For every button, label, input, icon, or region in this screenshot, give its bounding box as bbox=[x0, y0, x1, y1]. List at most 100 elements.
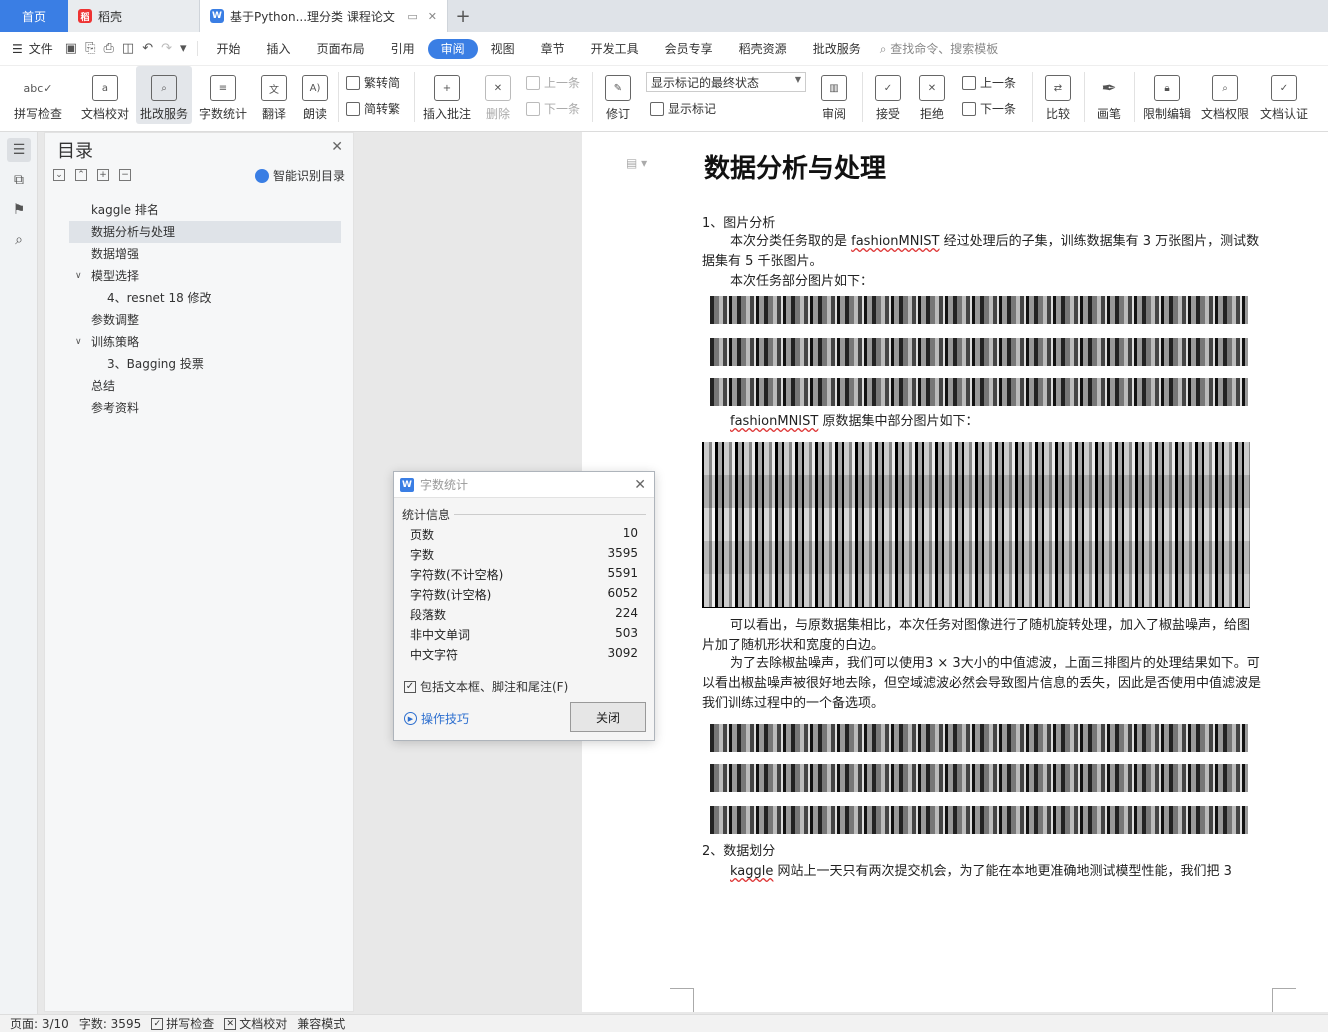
collapse-all-icon[interactable]: ⌃ bbox=[75, 169, 87, 181]
smart-toc-button[interactable]: 智能识别目录 bbox=[254, 167, 345, 184]
toc-item[interactable]: 参考资料 bbox=[69, 397, 341, 419]
doc-auth-button[interactable]: ✓ 文档认证 bbox=[1256, 66, 1312, 124]
toc-panel-icon[interactable]: ☰ bbox=[7, 138, 31, 162]
save-icon[interactable]: ▣ bbox=[65, 41, 77, 56]
paragraph: kaggle 网站上一天只有两次提交机会，为了能在本地更准确地测试模型性能，我们… bbox=[702, 862, 1272, 882]
accept-button[interactable]: ✓ 接受 bbox=[868, 66, 908, 124]
expand-all-icon[interactable]: ⌄ bbox=[53, 169, 65, 181]
toc-item[interactable]: 3、Bagging 投票 bbox=[69, 353, 341, 375]
command-search[interactable]: ⌕ 查找命令、搜索模板 bbox=[880, 40, 999, 57]
bookmark-icon[interactable]: ⚑ bbox=[7, 198, 31, 222]
toc-item[interactable]: 数据分析与处理 bbox=[69, 221, 341, 243]
spell-check-toggle[interactable]: ✓ 拼写检查 bbox=[151, 1015, 214, 1032]
close-tab-icon[interactable]: ✕ bbox=[428, 10, 437, 23]
prev-change-button[interactable]: 上一条 bbox=[962, 74, 1016, 91]
toc-item[interactable]: kaggle 排名 bbox=[69, 199, 341, 221]
menu-tab[interactable]: 会员专享 bbox=[652, 39, 726, 59]
read-aloud-button[interactable]: A) 朗读 bbox=[298, 66, 332, 124]
redo-icon[interactable]: ↷ bbox=[161, 41, 172, 56]
menu-tab[interactable]: 视图 bbox=[478, 39, 528, 59]
include-textboxes-checkbox[interactable]: ✓ 包括文本框、脚注和尾注(F) bbox=[404, 678, 568, 695]
correction-service-icon: ⌕ bbox=[151, 75, 177, 101]
restore-tab-icon[interactable]: ▭ bbox=[407, 10, 417, 23]
print-preview-icon[interactable]: ◫ bbox=[122, 41, 134, 56]
doc-proof-button[interactable]: a 文档校对 bbox=[76, 66, 134, 124]
reject-button[interactable]: ✕ 拒绝 bbox=[912, 66, 952, 124]
toc-toolbar: ⌄ ⌃ + − bbox=[53, 169, 131, 181]
show-markup-button[interactable]: 显示标记 bbox=[650, 100, 716, 117]
chapter-panel-icon[interactable]: ⧉ bbox=[7, 168, 31, 192]
delete-comment-button[interactable]: ✕ 删除 bbox=[478, 66, 518, 124]
subheading-image-analysis: 1、图片分析 bbox=[702, 216, 776, 231]
word-count-indicator[interactable]: 字数: 3595 bbox=[79, 1015, 141, 1032]
menu-tab[interactable]: 批改服务 bbox=[800, 39, 874, 59]
sample-images-row bbox=[710, 296, 1248, 324]
menu-tab[interactable]: 页面布局 bbox=[304, 39, 378, 59]
remove-heading-icon[interactable]: − bbox=[119, 169, 131, 181]
menu-tab[interactable]: 开始 bbox=[204, 39, 254, 59]
next-change-button[interactable]: 下一条 bbox=[962, 100, 1016, 117]
export-icon[interactable]: ⎘ bbox=[85, 41, 95, 56]
add-heading-icon[interactable]: + bbox=[97, 169, 109, 181]
customize-quick-access-icon[interactable]: ▾ bbox=[180, 41, 187, 56]
toc-item[interactable]: 总结 bbox=[69, 375, 341, 397]
page-indicator[interactable]: 页面: 3/10 bbox=[10, 1015, 69, 1032]
simp-to-trad-button[interactable]: 简转繁 bbox=[346, 100, 400, 117]
file-menu-label: 文件 bbox=[28, 42, 53, 56]
undo-icon[interactable]: ↶ bbox=[142, 41, 153, 56]
track-changes-button[interactable]: ✎ 修订 bbox=[598, 66, 638, 124]
insert-comment-button[interactable]: + 插入批注 bbox=[420, 66, 474, 124]
menu-tab[interactable]: 开发工具 bbox=[578, 39, 652, 59]
new-tab-button[interactable]: + bbox=[448, 0, 478, 32]
document-page[interactable]: ▤ ▾ 数据分析与处理 1、图片分析 本次分类任务取的是 fashionMNIS… bbox=[582, 132, 1328, 1012]
tips-link[interactable]: ▶ 操作技巧 bbox=[404, 710, 469, 727]
menu-tab[interactable]: 章节 bbox=[528, 39, 578, 59]
tab-document[interactable]: W 基于Python...理分类 课程论文 ▭ ✕ bbox=[200, 0, 448, 32]
accept-icon: ✓ bbox=[875, 75, 901, 101]
toc-item[interactable]: 参数调整 bbox=[69, 309, 341, 331]
tab-daoke[interactable]: 稻 稻壳 bbox=[68, 0, 200, 32]
restrict-editing-button[interactable]: 🔒︎ 限制编辑 bbox=[1140, 66, 1194, 124]
paragraph: 本次分类任务取的是 fashionMNIST 经过处理后的子集，训练数据集有 3… bbox=[702, 232, 1262, 272]
toc-item[interactable]: ∨ 模型选择 bbox=[69, 265, 341, 287]
doc-rights-button[interactable]: ⌕ 文档权限 bbox=[1198, 66, 1252, 124]
delete-comment-label: 删除 bbox=[485, 107, 510, 121]
compare-button[interactable]: ⇄ 比较 bbox=[1038, 66, 1078, 124]
close-button[interactable]: 关闭 bbox=[570, 702, 646, 732]
tab-home[interactable]: 首页 bbox=[0, 0, 68, 32]
ribbon-separator bbox=[414, 72, 415, 122]
chevron-down-icon[interactable]: ∨ bbox=[75, 331, 82, 353]
translate-button[interactable]: 文 翻译 bbox=[254, 66, 294, 124]
doc-options-icon[interactable]: ▤ ▾ bbox=[626, 156, 647, 170]
chevron-down-icon[interactable]: ∨ bbox=[75, 265, 82, 287]
toc-item[interactable]: 数据增强 bbox=[69, 243, 341, 265]
trad-to-simp-button[interactable]: 繁转简 bbox=[346, 74, 400, 91]
track-changes-label: 修订 bbox=[605, 107, 630, 121]
prev-comment-button[interactable]: 上一条 bbox=[526, 74, 580, 91]
word-count-button[interactable]: ≡ 字数统计 bbox=[196, 66, 250, 124]
show-markup-icon bbox=[650, 101, 664, 116]
review-pane-button[interactable]: ▥ 审阅 bbox=[814, 66, 854, 124]
print-icon[interactable]: ⎙ bbox=[103, 41, 113, 56]
menu-tab[interactable]: 插入 bbox=[254, 39, 304, 59]
markup-state-select[interactable]: 显示标记的最终状态 ▼ bbox=[646, 72, 806, 92]
search-icon[interactable]: ⌕ bbox=[7, 228, 31, 252]
next-comment-button[interactable]: 下一条 bbox=[526, 100, 580, 117]
menu-tab[interactable]: 引用 bbox=[378, 39, 428, 59]
toc-item[interactable]: 4、resnet 18 修改 bbox=[69, 287, 341, 309]
toc-item[interactable]: ∨ 训练策略 bbox=[69, 331, 341, 353]
correction-service-button[interactable]: ⌕ 批改服务 bbox=[136, 66, 192, 124]
stat-row: 字数 3595 bbox=[410, 546, 638, 566]
dialog-titlebar[interactable]: W 字数统计 ✕ bbox=[394, 472, 654, 498]
stat-row: 非中文单词 503 bbox=[410, 626, 638, 646]
doc-proof-toggle[interactable]: ✕ 文档校对 bbox=[224, 1015, 287, 1032]
file-menu[interactable]: ☰ 文件 bbox=[0, 40, 65, 57]
tips-link-label: 操作技巧 bbox=[421, 712, 470, 726]
pen-button[interactable]: ✒ 画笔 bbox=[1090, 66, 1128, 124]
close-icon[interactable]: ✕ bbox=[331, 139, 343, 155]
toc-item-label: 数据分析与处理 bbox=[91, 225, 176, 239]
menu-tab[interactable]: 稻壳资源 bbox=[726, 39, 800, 59]
close-icon[interactable]: ✕ bbox=[634, 477, 646, 493]
menu-tab[interactable]: 审阅 bbox=[427, 38, 478, 59]
spell-check-button[interactable]: abc✓ 拼写检查 bbox=[8, 66, 68, 124]
